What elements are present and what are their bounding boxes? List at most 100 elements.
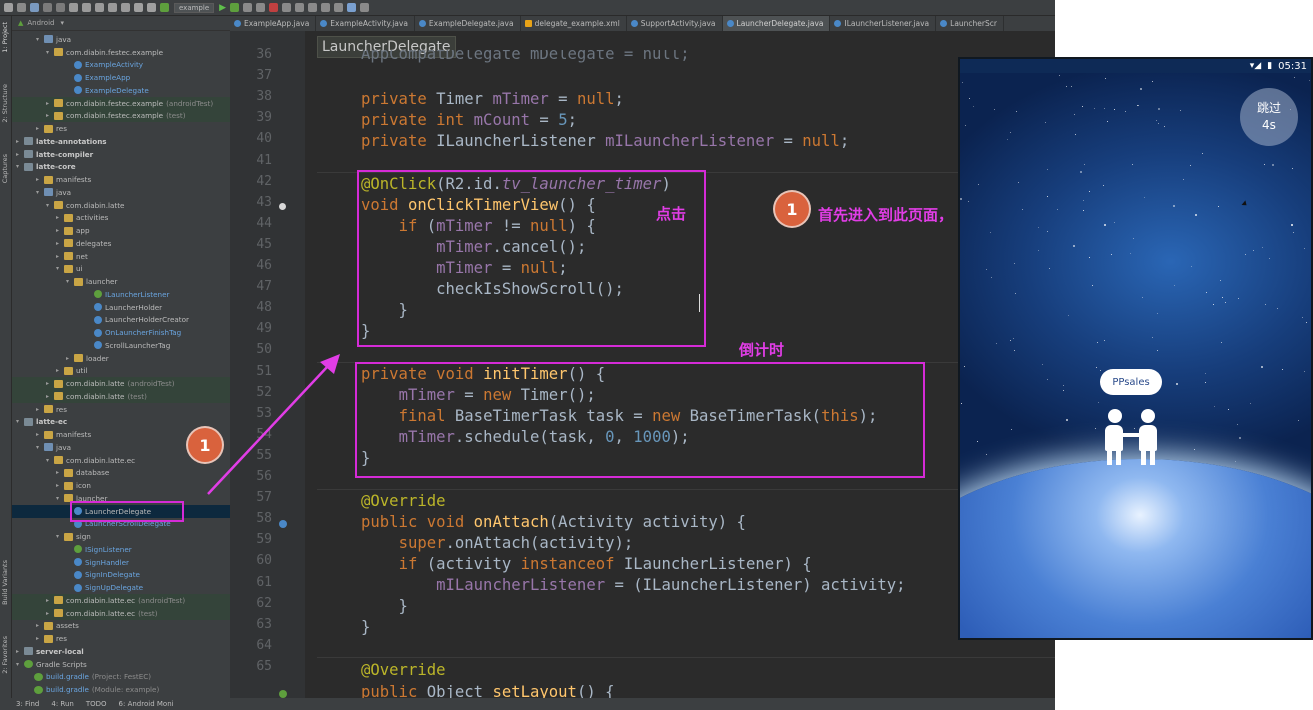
- tree-item[interactable]: ExampleApp: [12, 71, 230, 84]
- chevron-right-icon[interactable]: ▸: [46, 100, 54, 107]
- chevron-down-icon[interactable]: ▾: [56, 265, 64, 272]
- skip-timer-button[interactable]: 跳过 4s: [1240, 88, 1298, 146]
- tree-item[interactable]: ▸ loader: [12, 352, 230, 365]
- tree-item[interactable]: ExampleDelegate: [12, 84, 230, 97]
- tree-item[interactable]: ▸ activities: [12, 212, 230, 225]
- chevron-right-icon[interactable]: ▸: [36, 622, 44, 629]
- structure-tool-button[interactable]: 2: Structure: [1, 84, 9, 123]
- tree-item[interactable]: ▾ java: [12, 186, 230, 199]
- tree-item[interactable]: ▾ sign: [12, 530, 230, 543]
- editor-tab[interactable]: ExampleDelegate.java: [415, 16, 521, 31]
- copy-icon[interactable]: [82, 3, 91, 12]
- undo-icon[interactable]: [43, 3, 52, 12]
- code-line-57[interactable]: public void onAttach(Activity activity) …: [361, 512, 746, 533]
- tree-item[interactable]: ▸ com.diabin.latte (test): [12, 390, 230, 403]
- tree-item[interactable]: ▸ com.diabin.latte (androidTest): [12, 377, 230, 391]
- coverage-icon[interactable]: [243, 3, 253, 12]
- tree-item[interactable]: build.gradle (Project: FestEC): [12, 671, 230, 684]
- tree-item[interactable]: ▾ launcher: [12, 275, 230, 288]
- project-tool-button[interactable]: 1: Project: [1, 22, 9, 53]
- code-line-62[interactable]: }: [361, 617, 370, 638]
- tree-item[interactable]: ▾ com.diabin.latte: [12, 199, 230, 212]
- tree-item[interactable]: ▸ server-local: [12, 645, 230, 658]
- chevron-right-icon[interactable]: ▸: [56, 367, 64, 374]
- chevron-right-icon[interactable]: ▸: [16, 648, 24, 655]
- tree-item[interactable]: OnLauncherFinishTag: [12, 326, 230, 339]
- tree-item[interactable]: ▸ util: [12, 365, 230, 378]
- code-line-58[interactable]: super.onAttach(activity);: [361, 533, 634, 554]
- gradle-sync-icon[interactable]: [334, 3, 344, 12]
- editor-tab[interactable]: ExampleApp.java: [230, 16, 317, 31]
- editor-tab[interactable]: LauncherScr: [936, 16, 1004, 31]
- tree-item[interactable]: ExampleActivity: [12, 59, 230, 72]
- chevron-right-icon[interactable]: ▸: [16, 151, 24, 158]
- code-line-60[interactable]: mILauncherListener = (ILauncherListener)…: [361, 575, 905, 596]
- editor-tab[interactable]: ILauncherListener.java: [830, 16, 937, 31]
- chevron-right-icon[interactable]: ▸: [36, 635, 44, 642]
- tree-item[interactable]: ▸ com.diabin.festec.example (androidTest): [12, 96, 230, 110]
- chevron-right-icon[interactable]: ▸: [36, 431, 44, 438]
- tree-item[interactable]: ▸ com.diabin.latte.ec (test): [12, 606, 230, 620]
- chevron-right-icon[interactable]: ▸: [36, 176, 44, 183]
- android-monitor-tool-button[interactable]: 6: Android Moni: [119, 700, 174, 708]
- editor-tab[interactable]: LauncherDelegate.java: [722, 16, 831, 31]
- code-line-39[interactable]: private ILauncherListener mILauncherList…: [361, 131, 849, 152]
- code-line-64[interactable]: @Override: [361, 660, 446, 681]
- tree-item[interactable]: ▸ res: [12, 403, 230, 416]
- editor-tab[interactable]: SupportActivity.java: [627, 16, 723, 31]
- find-icon[interactable]: [108, 3, 117, 12]
- paste-icon[interactable]: [95, 3, 104, 12]
- editor-tab[interactable]: ExampleActivity.java: [316, 16, 415, 31]
- bookmark-icon[interactable]: [279, 203, 286, 210]
- chevron-down-icon[interactable]: ▾: [16, 163, 24, 170]
- editor-tab[interactable]: delegate_example.xml: [521, 16, 627, 31]
- build-variants-tool-button[interactable]: Build Variants: [1, 560, 9, 605]
- chevron-right-icon[interactable]: ▸: [56, 227, 64, 234]
- tree-item[interactable]: ▾ com.diabin.festec.example: [12, 46, 230, 59]
- tree-item[interactable]: ▸ com.diabin.latte.ec (androidTest): [12, 594, 230, 607]
- tree-item[interactable]: SignHandler: [12, 556, 230, 569]
- tree-item[interactable]: LauncherHolderCreator: [12, 314, 230, 327]
- project-structure-icon[interactable]: [308, 3, 318, 12]
- tree-item[interactable]: SignUpDelegate: [12, 581, 230, 594]
- run-config-select[interactable]: example: [174, 2, 215, 13]
- sdk-icon[interactable]: [295, 3, 305, 12]
- chevron-right-icon[interactable]: ▸: [36, 125, 44, 132]
- redo-icon[interactable]: [56, 3, 65, 12]
- tree-item[interactable]: ▸ icon: [12, 479, 230, 492]
- tree-item[interactable]: ▸ latte-annotations: [12, 135, 230, 148]
- help-icon[interactable]: [347, 3, 357, 12]
- chevron-right-icon[interactable]: ▸: [36, 406, 44, 413]
- chevron-right-icon[interactable]: ▸: [56, 482, 64, 489]
- tree-item[interactable]: ▸ manifests: [12, 173, 230, 186]
- save-icon[interactable]: [17, 3, 26, 12]
- tree-item[interactable]: ▸ res: [12, 122, 230, 135]
- device-monitor-icon[interactable]: [321, 3, 331, 12]
- code-line-59[interactable]: if (activity instanceof ILauncherListene…: [361, 554, 812, 575]
- chevron-right-icon[interactable]: ▸: [56, 469, 64, 476]
- open-icon[interactable]: [4, 3, 13, 12]
- chevron-down-icon[interactable]: ▾: [46, 202, 54, 209]
- tree-item[interactable]: ▾ java: [12, 33, 230, 46]
- tree-item[interactable]: ▾ latte-ec: [12, 416, 230, 429]
- chevron-down-icon[interactable]: ▾: [46, 457, 54, 464]
- chevron-right-icon[interactable]: ▸: [46, 112, 54, 119]
- chevron-down-icon[interactable]: ▾: [16, 418, 24, 425]
- run-icon[interactable]: ▶: [219, 3, 226, 13]
- chevron-right-icon[interactable]: ▸: [16, 138, 24, 145]
- avd-icon[interactable]: [282, 3, 292, 12]
- chevron-down-icon[interactable]: ▾: [46, 49, 54, 56]
- tree-item[interactable]: SignInDelegate: [12, 569, 230, 582]
- build-icon[interactable]: [160, 3, 169, 12]
- tree-item[interactable]: ▸ assets: [12, 620, 230, 633]
- chevron-right-icon[interactable]: ▸: [56, 240, 64, 247]
- debug-icon[interactable]: [230, 3, 240, 12]
- tree-item[interactable]: ▾ latte-core: [12, 161, 230, 174]
- tree-item[interactable]: ISignListener: [12, 543, 230, 556]
- tree-item[interactable]: LauncherHolder: [12, 301, 230, 314]
- tree-item[interactable]: ▸ app: [12, 224, 230, 237]
- chevron-right-icon[interactable]: ▸: [46, 597, 54, 604]
- forward-icon[interactable]: [147, 3, 156, 12]
- chevron-right-icon[interactable]: ▸: [56, 214, 64, 221]
- chevron-right-icon[interactable]: ▸: [46, 610, 54, 617]
